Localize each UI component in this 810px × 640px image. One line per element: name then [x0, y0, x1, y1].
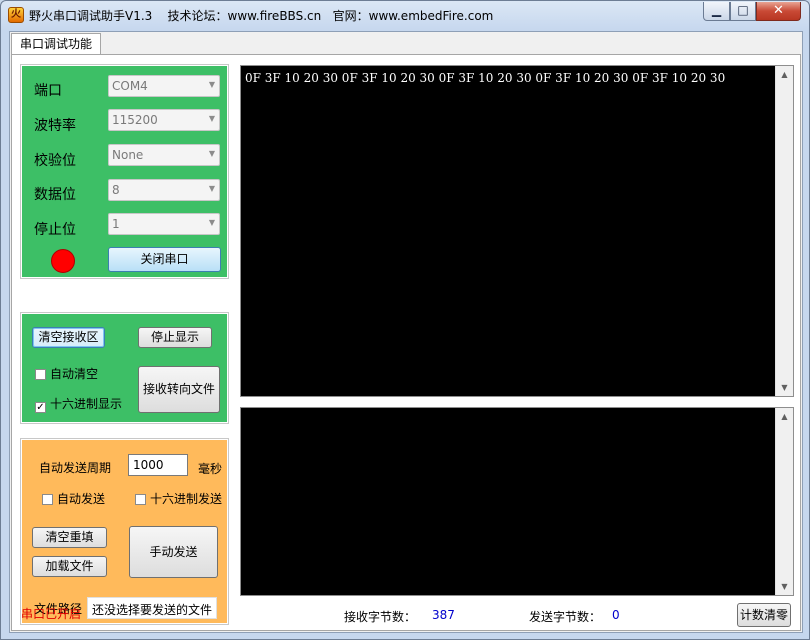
scroll-up-icon[interactable]: ▲	[776, 408, 793, 425]
file-path-field[interactable]: 还没选择要发送的文件	[87, 597, 217, 619]
clear-receive-button[interactable]: 清空接收区	[32, 327, 105, 348]
databits-select[interactable]: 8 ▼	[108, 179, 220, 201]
close-port-button[interactable]: 关闭串口	[108, 247, 221, 272]
databits-value: 8	[112, 183, 120, 197]
hex-send-checkbox[interactable]: 十六进制发送	[135, 490, 222, 507]
close-button[interactable]: ✕	[756, 2, 801, 21]
port-select[interactable]: COM4 ▼	[108, 75, 220, 97]
checkbox-box	[135, 494, 146, 505]
window-title: 野火串口调试助手V1.3 技术论坛：www.fireBBS.cn 官网：www.…	[29, 9, 494, 23]
send-control-panel: 自动发送周期 1000 毫秒 自动发送 十六进制发送 清空重填 加载文件 手动发…	[20, 438, 229, 625]
chevron-down-icon: ▼	[208, 80, 215, 89]
checkbox-box	[42, 494, 53, 505]
receive-to-file-button[interactable]: 接收转向文件	[138, 366, 220, 413]
port-status-text: 串口已开启	[21, 607, 82, 621]
auto-clear-label: 自动清空	[50, 367, 99, 381]
auto-clear-checkbox[interactable]: 自动清空	[35, 365, 98, 382]
chevron-down-icon: ▼	[208, 184, 215, 193]
send-scrollbar[interactable]: ▲ ▼	[775, 408, 793, 595]
stop-display-button[interactable]: 停止显示	[138, 327, 212, 348]
baud-value: 115200	[112, 113, 158, 127]
stopbits-value: 1	[112, 217, 120, 231]
serial-settings-panel: 端口 COM4 ▼ 波特率 115200 ▼ 校验位 None ▼ 数据位 8	[20, 64, 229, 279]
chevron-down-icon: ▼	[208, 218, 215, 227]
rx-count-label: 接收字节数：	[344, 610, 417, 624]
chevron-down-icon: ▼	[208, 114, 215, 123]
scroll-up-icon[interactable]: ▲	[776, 66, 793, 83]
period-unit-label: 毫秒	[198, 462, 223, 476]
parity-select[interactable]: None ▼	[108, 144, 220, 166]
tx-count-label: 发送字节数：	[529, 610, 602, 624]
parity-label: 校验位	[34, 153, 76, 169]
receive-control-panel: 清空接收区 停止显示 自动清空 ✓ 十六进制显示 接收转向文件	[20, 312, 229, 424]
minimize-button[interactable]: ▁	[703, 2, 730, 21]
reset-count-button[interactable]: 计数清零	[737, 603, 791, 627]
send-text-area[interactable]: ▲ ▼	[240, 407, 794, 596]
scroll-down-icon[interactable]: ▼	[776, 578, 793, 595]
minimize-icon: ▁	[711, 3, 722, 17]
maximize-icon: □	[737, 3, 749, 17]
hex-display-label: 十六进制显示	[50, 397, 123, 411]
hex-send-label: 十六进制发送	[150, 492, 223, 506]
client-area: 串口调试功能 端口 COM4 ▼ 波特率 115200 ▼ 校验位 None ▼	[9, 31, 803, 633]
receive-text-area[interactable]: 0F 3F 10 20 30 0F 3F 10 20 30 0F 3F 10 2…	[240, 65, 794, 397]
scroll-down-icon[interactable]: ▼	[776, 379, 793, 396]
load-file-button[interactable]: 加载文件	[32, 556, 107, 577]
tab-serial-debug[interactable]: 串口调试功能	[11, 33, 101, 55]
databits-label: 数据位	[34, 187, 76, 203]
hex-display-checkbox[interactable]: ✓ 十六进制显示	[35, 395, 122, 413]
clear-refill-button[interactable]: 清空重填	[32, 527, 107, 548]
close-icon: ✕	[773, 3, 784, 18]
receive-scrollbar[interactable]: ▲ ▼	[775, 66, 793, 396]
chevron-down-icon: ▼	[208, 149, 215, 158]
auto-send-period-label: 自动发送周期	[39, 461, 112, 475]
title-bar: 火 野火串口调试助手V1.3 技术论坛：www.fireBBS.cn 官网：ww…	[1, 1, 809, 29]
tab-page: 端口 COM4 ▼ 波特率 115200 ▼ 校验位 None ▼ 数据位 8	[11, 54, 801, 631]
port-label: 端口	[34, 83, 62, 99]
checkmark-icon: ✓	[35, 402, 46, 413]
receive-text: 0F 3F 10 20 30 0F 3F 10 20 30 0F 3F 10 2…	[245, 71, 726, 85]
auto-send-checkbox[interactable]: 自动发送	[42, 490, 105, 507]
fire-icon: 火	[8, 7, 24, 23]
stopbits-label: 停止位	[34, 222, 76, 238]
port-value: COM4	[112, 79, 148, 93]
baud-select[interactable]: 115200 ▼	[108, 109, 220, 131]
rx-count-value: 387	[432, 608, 455, 622]
manual-send-button[interactable]: 手动发送	[129, 526, 218, 578]
baud-label: 波特率	[34, 118, 76, 134]
auto-send-label: 自动发送	[57, 492, 106, 506]
parity-value: None	[112, 148, 144, 162]
stopbits-select[interactable]: 1 ▼	[108, 213, 220, 235]
tx-count-value: 0	[612, 608, 620, 622]
auto-send-period-input[interactable]: 1000	[128, 454, 188, 476]
port-status-led-icon	[51, 249, 75, 273]
maximize-button[interactable]: □	[730, 2, 756, 21]
app-window: 火 野火串口调试助手V1.3 技术论坛：www.fireBBS.cn 官网：ww…	[0, 0, 810, 640]
checkbox-box	[35, 369, 46, 380]
